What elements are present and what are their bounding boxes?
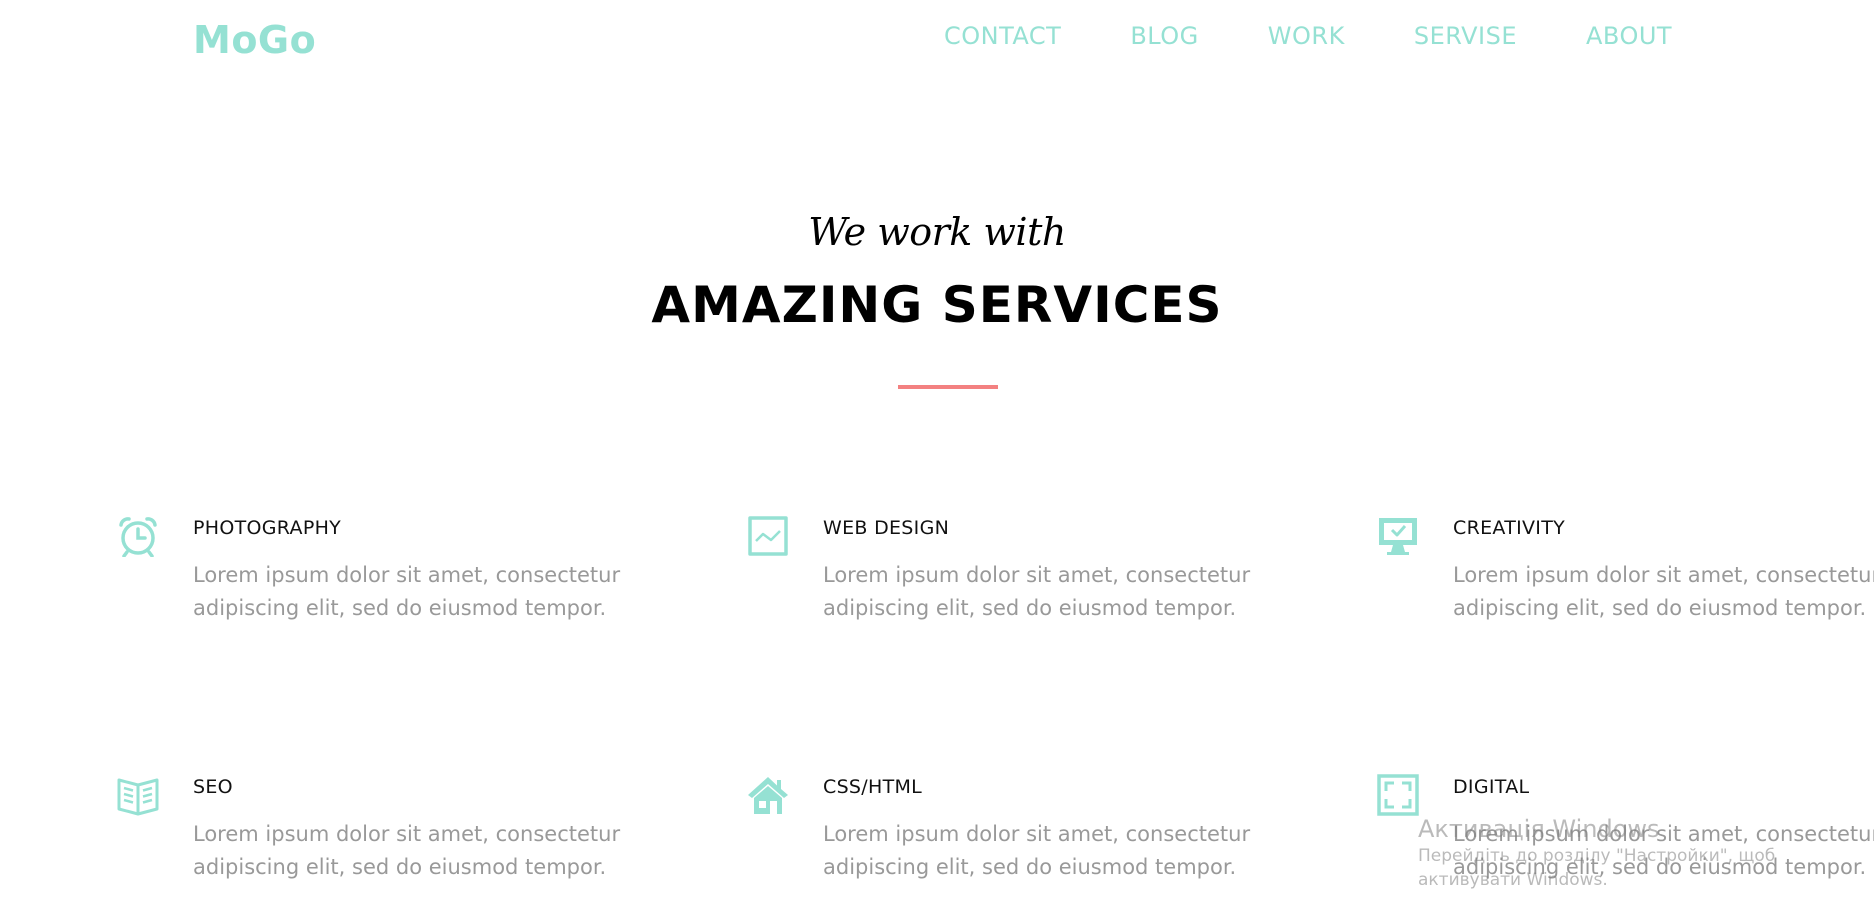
fullscreen-icon <box>1377 774 1419 816</box>
service-title: CREATIVITY <box>1453 517 1566 539</box>
monitor-icon <box>1377 515 1419 557</box>
service-description: Lorem ipsum dolor sit amet, consectetur … <box>193 563 621 620</box>
nav-blog[interactable]: BLOG <box>1130 22 1198 50</box>
nav-about[interactable]: ABOUT <box>1586 22 1672 50</box>
service-description: Lorem ipsum dolor sit amet, consectetur … <box>1453 822 1874 879</box>
title-divider <box>898 385 998 389</box>
section-subtitle: We work with <box>808 210 1066 254</box>
service-title: CSS/HTML <box>823 776 923 798</box>
book-icon <box>117 774 159 816</box>
main-nav: CONTACT BLOG WORK SERVISE ABOUT <box>944 22 1672 50</box>
house-icon <box>747 774 789 816</box>
nav-work[interactable]: WORK <box>1268 22 1345 50</box>
service-description: Lorem ipsum dolor sit amet, consectetur … <box>193 822 621 879</box>
service-title: WEB DESIGN <box>823 517 950 539</box>
alarm-clock-icon <box>117 515 159 557</box>
service-title: DIGITAL <box>1453 776 1530 798</box>
page: MoGo CONTACT BLOG WORK SERVISE ABOUT We … <box>0 0 1874 914</box>
service-description: Lorem ipsum dolor sit amet, consectetur … <box>1453 563 1874 620</box>
section-title: AMAZING SERVICES <box>651 276 1223 334</box>
nav-contact[interactable]: CONTACT <box>944 22 1061 50</box>
service-description: Lorem ipsum dolor sit amet, consectetur … <box>823 822 1251 879</box>
logo[interactable]: MoGo <box>193 18 316 62</box>
service-title: SEO <box>193 776 233 798</box>
service-title: PHOTOGRAPHY <box>193 517 342 539</box>
service-description: Lorem ipsum dolor sit amet, consectetur … <box>823 563 1251 620</box>
line-chart-icon <box>747 515 789 557</box>
nav-servise[interactable]: SERVISE <box>1414 22 1517 50</box>
